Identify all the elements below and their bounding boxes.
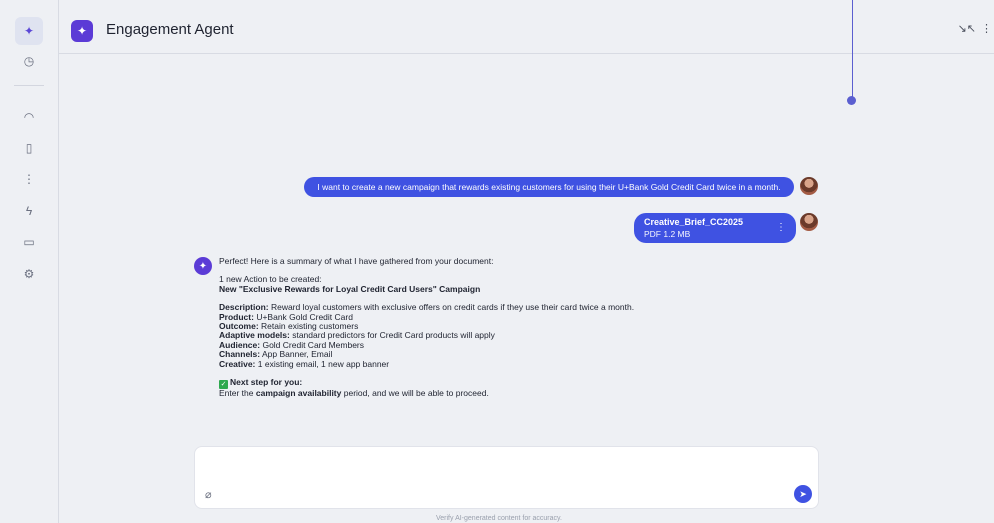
user-message-text: I want to create a new campaign that rew… bbox=[317, 182, 781, 192]
header-bar: ✦ Engagement Agent ↘↖ ⋮ bbox=[59, 0, 994, 54]
attachment-name: Creative_Brief_CC2025 bbox=[644, 217, 744, 227]
user-message-bubble: I want to create a new campaign that rew… bbox=[304, 177, 794, 197]
timeline-line bbox=[852, 0, 853, 100]
attachment-menu-icon[interactable]: ⋮ bbox=[776, 222, 786, 234]
history-clock-icon[interactable]: ◷ bbox=[17, 49, 41, 73]
timeline-dot bbox=[847, 96, 856, 105]
user-avatar bbox=[800, 213, 818, 231]
next-step-label: Next step for you: bbox=[230, 377, 303, 388]
lightning-icon[interactable]: ϟ bbox=[17, 199, 41, 223]
assistant-intro: Perfect! Here is a summary of what I hav… bbox=[219, 256, 494, 266]
rail-divider bbox=[14, 85, 44, 86]
action-title: New "Exclusive Rewards for Loyal Credit … bbox=[219, 283, 481, 294]
assistant-message: Perfect! Here is a summary of what I hav… bbox=[219, 256, 779, 399]
attach-paperclip-icon[interactable]: ⌀ bbox=[205, 488, 212, 501]
next-step-text: Enter the campaign availability period, … bbox=[219, 388, 489, 399]
dashboard-gauge-icon[interactable]: ◠ bbox=[17, 105, 41, 129]
journey-icon[interactable]: ⋮ bbox=[17, 167, 41, 191]
agent-sparkle-icon[interactable]: ✦ bbox=[15, 17, 43, 45]
field-creative: Creative: 1 existing email, 1 new app ba… bbox=[219, 358, 390, 369]
ai-disclaimer: Verify AI-generated content for accuracy… bbox=[436, 515, 562, 522]
page-title: Engagement Agent bbox=[106, 21, 234, 38]
attachment-meta: PDF 1.2 MB bbox=[644, 229, 691, 239]
book-icon[interactable]: ▯ bbox=[17, 136, 41, 160]
message-composer[interactable]: ⌀ ➤ bbox=[194, 446, 819, 509]
user-avatar bbox=[800, 177, 818, 195]
collapse-icon[interactable]: ↘↖ bbox=[958, 22, 976, 35]
settings-gear-icon[interactable]: ⚙ bbox=[17, 262, 41, 286]
more-menu-icon[interactable]: ⋮ bbox=[981, 22, 992, 35]
devices-icon[interactable]: ▭ bbox=[17, 230, 41, 254]
assistant-sparkle-icon: ✦ bbox=[194, 257, 212, 275]
agent-logo-icon: ✦ bbox=[71, 20, 93, 42]
attachment-bubble[interactable]: Creative_Brief_CC2025 PDF 1.2 MB ⋮ bbox=[634, 213, 796, 243]
left-rail: ✦ ◷ ◠ ▯ ⋮ ϟ ▭ ⚙ bbox=[0, 0, 59, 523]
send-button[interactable]: ➤ bbox=[794, 485, 812, 503]
send-icon: ➤ bbox=[799, 488, 807, 499]
